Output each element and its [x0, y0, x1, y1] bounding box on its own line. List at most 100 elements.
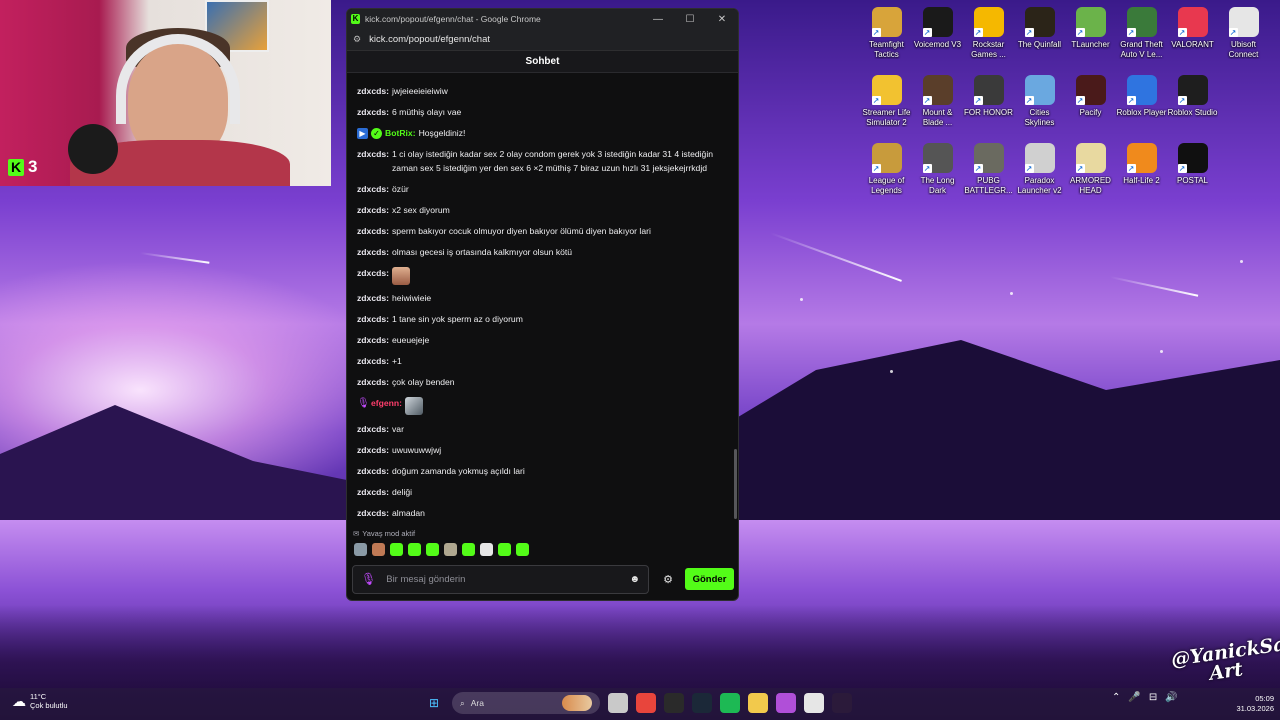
- chat-username[interactable]: zdxcds:: [357, 225, 389, 239]
- taskbar-search[interactable]: ⌕ Ara: [452, 692, 600, 714]
- desktop-shortcut[interactable]: ↗ Mount & Blade ...: [912, 72, 963, 140]
- desktop-shortcut[interactable]: ↗ Streamer Life Simulator 2: [861, 72, 912, 140]
- desktop-shortcut[interactable]: ↗ Rockstar Games ...: [963, 4, 1014, 72]
- desktop-shortcut[interactable]: ↗ Roblox Studio: [1167, 72, 1218, 140]
- maximize-icon[interactable]: ☐: [674, 14, 706, 25]
- desktop-shortcut[interactable]: ↗ The Quinfall: [1014, 4, 1065, 72]
- microphone-tray-icon[interactable]: 🎤: [1128, 692, 1140, 703]
- chat-message[interactable]: zdxcds: özür: [357, 183, 730, 197]
- chat-username[interactable]: zdxcds:: [357, 444, 389, 458]
- desktop-shortcut[interactable]: ↗ Cities Skylines: [1014, 72, 1065, 140]
- desktop-shortcut[interactable]: ↗ ARMORED HEAD: [1065, 140, 1116, 208]
- desktop-shortcut[interactable]: ↗ FOR HONOR: [963, 72, 1014, 140]
- chat-username[interactable]: BotRix:: [385, 127, 416, 141]
- steam-icon[interactable]: [692, 693, 712, 713]
- chat-message[interactable]: zdxcds: jwjeieeieieiwiw: [357, 85, 730, 99]
- chat-username[interactable]: zdxcds:: [357, 246, 389, 260]
- desktop-shortcut[interactable]: ↗ Teamfight Tactics: [861, 4, 912, 72]
- chat-username[interactable]: zdxcds:: [357, 148, 389, 162]
- quick-emote-icon[interactable]: [408, 543, 421, 556]
- chat-message-list[interactable]: zdxcds: jwjeieeieieiwiw zdxcds: 6 müthiş ol…: [347, 81, 738, 521]
- chat-username[interactable]: zdxcds:: [357, 355, 389, 369]
- desktop-shortcut[interactable]: ↗ Half-Life 2: [1116, 140, 1167, 208]
- chat-message[interactable]: zdxcds: heiwiwieie: [357, 292, 730, 306]
- chat-username[interactable]: zdxcds:: [357, 465, 389, 479]
- desktop-shortcut[interactable]: ↗ PUBG BATTLEGR...: [963, 140, 1014, 208]
- chrome-window[interactable]: K kick.com/popout/efgenn/chat - Google C…: [346, 8, 739, 601]
- chat-username[interactable]: zdxcds:: [357, 376, 389, 390]
- desktop-shortcut[interactable]: ↗ TLauncher: [1065, 4, 1116, 72]
- desktop-shortcut[interactable]: ↗ POSTAL: [1167, 140, 1218, 208]
- quick-emote-icon[interactable]: [426, 543, 439, 556]
- chat-message[interactable]: 🎙 efgenn:: [357, 397, 730, 415]
- quick-emote-icon[interactable]: [444, 543, 457, 556]
- desktop-shortcut[interactable]: ↗ The Long Dark: [912, 140, 963, 208]
- chat-message[interactable]: zdxcds: sperm bakıyor cocuk olmuyor diyen…: [357, 225, 730, 239]
- chat-message[interactable]: zdxcds: almadan: [357, 507, 730, 521]
- desktop-shortcut[interactable]: ↗ Ubisoft Connect: [1218, 4, 1269, 72]
- chat-input-box[interactable]: 🎙 ☻: [352, 564, 649, 594]
- address-bar[interactable]: ⚙ kick.com/popout/efgenn/chat: [347, 29, 738, 51]
- chat-message[interactable]: zdxcds: çok olay benden: [357, 376, 730, 390]
- chat-username[interactable]: zdxcds:: [357, 106, 389, 120]
- tray-overflow-icon[interactable]: ⌃: [1112, 692, 1120, 703]
- network-icon[interactable]: ⊟: [1149, 692, 1157, 703]
- file-explorer-widget-icon[interactable]: [608, 693, 628, 713]
- chat-username[interactable]: zdxcds:: [357, 313, 389, 327]
- title-bar[interactable]: K kick.com/popout/efgenn/chat - Google C…: [347, 9, 738, 29]
- chat-message[interactable]: zdxcds: doğum zamanda yokmuş açıldı lari: [357, 465, 730, 479]
- emoji-picker-icon[interactable]: ☻: [629, 574, 640, 585]
- chat-username[interactable]: zdxcds:: [357, 334, 389, 348]
- desktop-shortcut[interactable]: ↗ League of Legends: [861, 140, 912, 208]
- quick-emote-icon[interactable]: [372, 543, 385, 556]
- desktop-shortcut[interactable]: ↗ Voicemod V3: [912, 4, 963, 72]
- chat-message[interactable]: zdxcds:: [357, 266, 730, 285]
- chat-username[interactable]: zdxcds:: [357, 507, 389, 521]
- chrome-icon[interactable]: [636, 693, 656, 713]
- microphone-icon[interactable]: 🎙: [361, 572, 376, 586]
- chat-username[interactable]: zdxcds:: [357, 292, 389, 306]
- minimize-icon[interactable]: —: [642, 14, 674, 25]
- spotify-icon[interactable]: [720, 693, 740, 713]
- chat-message[interactable]: zdxcds: +1: [357, 355, 730, 369]
- chat-message[interactable]: zdxcds: deliği: [357, 486, 730, 500]
- chat-message-input[interactable]: [386, 573, 630, 585]
- game-icon[interactable]: [776, 693, 796, 713]
- chat-message[interactable]: zdxcds: 1 ci olay istediğin kadar sex 2 o…: [357, 148, 730, 175]
- quick-emote-icon[interactable]: [498, 543, 511, 556]
- folder-icon[interactable]: [748, 693, 768, 713]
- weather-widget[interactable]: ☁ 11°C Çok bulutlu: [12, 692, 68, 710]
- chat-message[interactable]: zdxcds: 1 tane sin yok sperm az o diyorum: [357, 313, 730, 327]
- chat-scrollbar[interactable]: [734, 449, 737, 519]
- desktop-shortcut[interactable]: ↗ Pacify: [1065, 72, 1116, 140]
- send-button[interactable]: Gönder: [685, 568, 734, 590]
- chat-message[interactable]: zdxcds: uwuwuwwjwj: [357, 444, 730, 458]
- chat-message[interactable]: zdxcds: x2 sex diyorum: [357, 204, 730, 218]
- chat-username[interactable]: zdxcds:: [357, 85, 389, 99]
- chat-message[interactable]: ▶ ✓ BotRix: Hoşgeldiniz!: [357, 127, 730, 141]
- store-icon[interactable]: [804, 693, 824, 713]
- chat-username[interactable]: zdxcds:: [357, 183, 389, 197]
- url-text[interactable]: kick.com/popout/efgenn/chat: [369, 34, 490, 45]
- desktop-shortcut[interactable]: ↗ VALORANT: [1167, 4, 1218, 72]
- chat-message[interactable]: zdxcds: olması gecesi iş ortasında kalkmı…: [357, 246, 730, 260]
- chat-username[interactable]: zdxcds:: [357, 204, 389, 218]
- obs-icon[interactable]: [664, 693, 684, 713]
- chat-message[interactable]: zdxcds: 6 müthiş olayı vae: [357, 106, 730, 120]
- chat-username[interactable]: efgenn:: [371, 397, 402, 411]
- close-icon[interactable]: ✕: [706, 14, 738, 25]
- chat-settings-icon[interactable]: ⚙: [658, 573, 678, 586]
- chat-username[interactable]: zdxcds:: [357, 486, 389, 500]
- chat-message[interactable]: zdxcds: var: [357, 423, 730, 437]
- site-settings-icon[interactable]: ⚙: [353, 34, 361, 45]
- taskbar-clock[interactable]: 05:09 31.03.2026: [1228, 694, 1274, 714]
- desktop-shortcut[interactable]: ↗ Roblox Player: [1116, 72, 1167, 140]
- quick-emote-icon[interactable]: [480, 543, 493, 556]
- desktop-shortcut[interactable]: ↗ Paradox Launcher v2: [1014, 140, 1065, 208]
- kick-app-icon[interactable]: [832, 693, 852, 713]
- quick-emote-icon[interactable]: [354, 543, 367, 556]
- chat-message[interactable]: zdxcds: eueuejeje: [357, 334, 730, 348]
- windows-start-icon[interactable]: ⊞: [424, 693, 444, 713]
- quick-emote-icon[interactable]: [462, 543, 475, 556]
- quick-emote-icon[interactable]: [516, 543, 529, 556]
